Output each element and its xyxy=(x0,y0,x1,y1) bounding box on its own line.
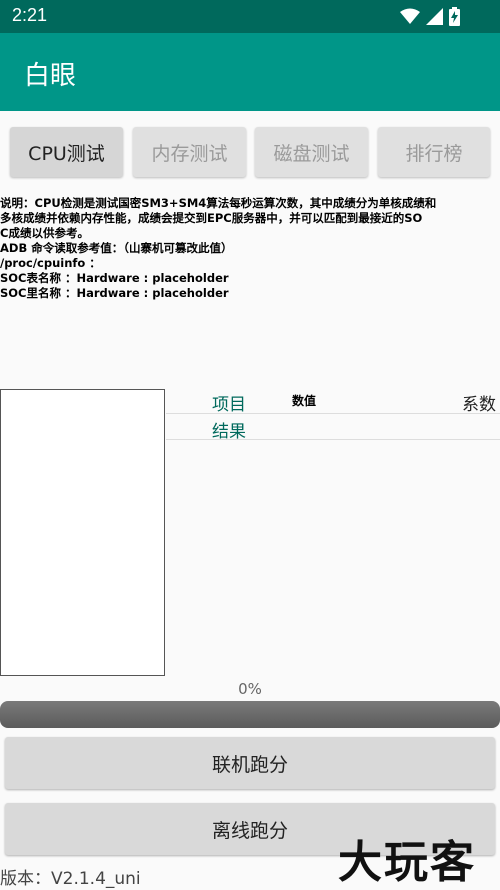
col-header-item: 项目 xyxy=(212,395,246,415)
app-bar: 白眼 xyxy=(0,33,500,111)
app-title: 白眼 xyxy=(24,61,77,91)
col-header-value: 数值 xyxy=(292,394,317,408)
status-icons xyxy=(400,7,460,26)
battery-charging-icon xyxy=(449,7,460,26)
signal-icon xyxy=(426,8,443,25)
soc-inner-name: SOC里名称 ：Hardware : placeholder xyxy=(0,286,229,300)
description-text: 说明：CPU检测是测试国密SM3+SM4算法每秒运算次数，其中成绩分为单核成绩和… xyxy=(0,196,498,301)
version-label: 版本：V2.1.4_uni xyxy=(0,869,141,889)
table-divider xyxy=(166,413,500,414)
tab-disk-test[interactable]: 磁盘测试 xyxy=(255,127,368,177)
progress-bar xyxy=(0,701,500,728)
wifi-icon xyxy=(400,8,420,24)
description-line: C成绩以供参考。 xyxy=(0,226,89,240)
online-benchmark-button[interactable]: 联机跑分 xyxy=(5,737,495,789)
score-graph-box xyxy=(0,389,165,676)
table-divider xyxy=(166,439,500,440)
description-line: 说明：CPU检测是测试国密SM3+SM4算法每秒运算次数，其中成绩分为单核成绩和 xyxy=(0,196,437,210)
progress-percent: 0% xyxy=(238,680,262,698)
cpuinfo-path: /proc/cpuinfo ： xyxy=(0,256,101,270)
tab-cpu-test[interactable]: CPU测试 xyxy=(10,127,123,177)
soc-table-name: SOC表名称 ：Hardware : placeholder xyxy=(0,271,229,285)
watermark-logo: 大玩客 xyxy=(338,837,476,888)
tab-memory-test[interactable]: 内存测试 xyxy=(133,127,246,177)
col-header-coefficient: 系数 xyxy=(462,395,496,415)
status-time: 2:21 xyxy=(12,5,48,25)
tab-leaderboard[interactable]: 排行榜 xyxy=(378,127,490,177)
adb-reference-line: ADB 命令读取参考值：（山寨机可篡改此值） xyxy=(0,241,233,255)
test-tabs: CPU测试 内存测试 磁盘测试 排行榜 xyxy=(10,127,490,177)
status-bar: 2:21 xyxy=(0,0,500,33)
description-line: 多核成绩并依赖内存性能，成绩会提交到EPC服务器中，并可以匹配到最接近的SO xyxy=(0,211,423,225)
